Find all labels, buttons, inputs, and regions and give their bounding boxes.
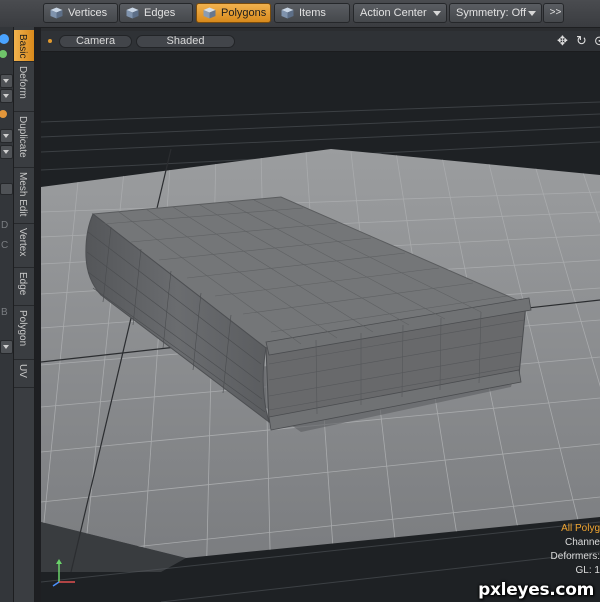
3d-viewport[interactable]: Camera Shaded ✥ ↻ ⊙ All Polyg Channe Def…	[41, 31, 600, 602]
deformers-readout: Deformers:	[550, 551, 600, 562]
tab-deform[interactable]: Deform	[14, 62, 34, 112]
scene-render	[41, 52, 600, 602]
selection-mode-readout: All Polyg	[561, 523, 600, 534]
symmetry-dropdown[interactable]: Symmetry: Off	[449, 3, 542, 23]
tab-duplicate-label: Duplicate	[17, 116, 28, 158]
polygons-cube-icon	[203, 7, 216, 19]
more-tools-button[interactable]: >>	[543, 3, 564, 23]
tab-deform-label: Deform	[17, 66, 28, 99]
tool-glyph-c: C	[1, 240, 9, 251]
chevron-down-icon	[3, 94, 9, 98]
tab-mesh-edit-label: Mesh Edit	[17, 172, 28, 217]
tab-polygon[interactable]: Polygon	[14, 306, 34, 360]
items-cube-icon	[281, 7, 294, 19]
transform-tool-icon[interactable]	[0, 47, 12, 61]
items-mode-button[interactable]: Items	[274, 3, 350, 23]
more-tools-label: >>	[549, 7, 562, 18]
move-view-icon[interactable]: ✥	[557, 34, 568, 47]
tab-vertex[interactable]: Vertex	[14, 224, 34, 268]
tab-vertex-label: Vertex	[17, 228, 28, 257]
tool-glyph-d: D	[1, 220, 9, 231]
action-center-label: Action Center	[360, 7, 427, 19]
channels-readout: Channe	[564, 537, 600, 548]
viewport-menu-dot-icon[interactable]	[48, 39, 52, 43]
vertices-cube-icon	[50, 7, 63, 19]
rotate-view-icon[interactable]: ↻	[576, 34, 587, 47]
tool-tab-strip: Basic Deform Duplicate Mesh Edit Vertex …	[14, 27, 35, 602]
gl-readout: GL: 1	[575, 565, 600, 576]
tool-dropdown-2[interactable]	[0, 89, 13, 103]
tool-slider[interactable]	[0, 183, 13, 195]
polygons-mode-button[interactable]: Polygons	[196, 3, 271, 23]
edges-mode-button[interactable]: Edges	[119, 3, 193, 23]
select-tool-icon[interactable]	[0, 30, 12, 48]
tab-basic-label: Basic	[17, 34, 28, 59]
chevron-down-icon	[3, 150, 9, 154]
mode-toolbar: Vertices Edges Polygons Items Action Cen…	[0, 0, 600, 28]
vertices-mode-button[interactable]: Vertices	[43, 3, 118, 23]
vertices-mode-label: Vertices	[68, 7, 108, 19]
tab-uv-label: UV	[17, 364, 28, 378]
tab-edge[interactable]: Edge	[14, 268, 34, 306]
tab-uv[interactable]: UV	[14, 360, 34, 388]
shading-mode-label: Shaded	[166, 35, 205, 47]
axis-gizmo-icon	[52, 559, 75, 587]
chevron-down-icon	[528, 11, 536, 16]
tab-basic[interactable]: Basic	[14, 30, 34, 62]
chevron-down-icon	[3, 345, 9, 349]
edges-cube-icon	[126, 7, 139, 19]
chevron-down-icon	[3, 79, 9, 83]
viewport-header: Camera Shaded ✥ ↻ ⊙	[41, 31, 600, 52]
tool-dropdown-5[interactable]	[0, 340, 13, 354]
chevron-down-icon	[433, 11, 441, 16]
items-mode-label: Items	[299, 7, 326, 19]
tab-duplicate[interactable]: Duplicate	[14, 112, 34, 168]
camera-view-button[interactable]: Camera	[59, 35, 132, 48]
shading-mode-button[interactable]: Shaded	[136, 35, 235, 48]
tool-dropdown-4[interactable]	[0, 145, 13, 159]
tool-glyph-b: B	[1, 307, 8, 318]
action-center-dropdown[interactable]: Action Center	[353, 3, 447, 23]
edges-mode-label: Edges	[144, 7, 176, 19]
camera-view-label: Camera	[75, 35, 116, 47]
tool-dropdown-1[interactable]	[0, 74, 13, 88]
tool-palette-strip: D C B	[0, 27, 14, 602]
chevron-down-icon	[3, 134, 9, 138]
tab-polygon-label: Polygon	[17, 310, 28, 347]
polygons-mode-label: Polygons	[221, 7, 267, 19]
element-tool-icon[interactable]	[0, 107, 12, 121]
watermark: pxleyes.com	[478, 580, 594, 600]
zoom-view-icon[interactable]: ⊙	[594, 34, 600, 47]
tab-mesh-edit[interactable]: Mesh Edit	[14, 168, 34, 224]
tool-dropdown-3[interactable]	[0, 129, 13, 143]
tab-edge-label: Edge	[17, 272, 28, 296]
symmetry-label: Symmetry: Off	[456, 7, 527, 19]
